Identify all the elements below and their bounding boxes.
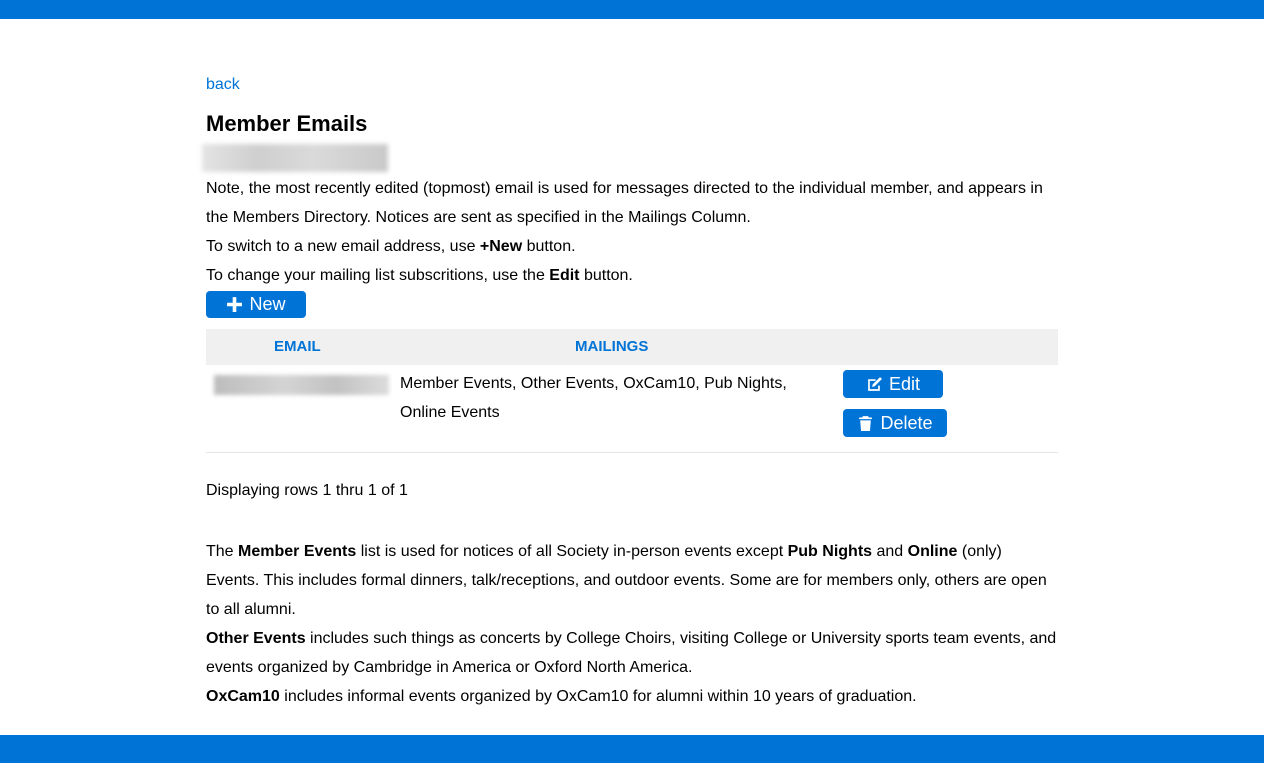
column-header-email[interactable]: EMAIL [274, 338, 321, 355]
page-title: Member Emails [206, 111, 368, 136]
desc-bold: Other Events [206, 630, 306, 647]
table-header: EMAIL MAILINGS [206, 329, 1058, 365]
bottom-bar [0, 735, 1264, 763]
member-name-redacted [202, 144, 388, 172]
desc-bold: Member Events [238, 543, 357, 560]
note-line-3-bold: Edit [549, 267, 580, 284]
new-email-button[interactable]: New [206, 291, 306, 318]
note-line-3-pre: To change your mailing list subscritions… [206, 267, 550, 284]
plus-icon [227, 297, 243, 312]
desc-text: includes informal events organized by Ox… [279, 688, 917, 705]
edit-label: Edit [888, 373, 921, 394]
desc-bold: OxCam10 [206, 688, 280, 705]
note-line-2-bold: +New [479, 238, 523, 255]
back-link[interactable]: back [206, 76, 240, 94]
edit-button[interactable]: Edit [843, 370, 943, 398]
note-line-1: Note, the most recently edited (topmost)… [206, 180, 1043, 226]
edit-icon [868, 376, 882, 391]
column-header-mailings[interactable]: MAILINGS [575, 338, 648, 355]
note-line-2-post: button. [522, 238, 576, 255]
note-line-3: To change your mailing list subscritions… [206, 261, 1058, 290]
desc-text: and [872, 543, 908, 560]
desc-bold: Online [907, 543, 958, 560]
mailings-cell: Member Events, Other Events, OxCam10, Pu… [400, 375, 787, 421]
desc-oxcam10: OxCam10 includes informal events organiz… [206, 682, 1058, 711]
desc-other-events: Other Events includes such things as con… [206, 624, 1058, 682]
mailing-list-descriptions: The Member Events list is used for notic… [206, 537, 1058, 711]
email-redacted [214, 375, 389, 395]
note-line-3-post: button. [579, 267, 633, 284]
desc-text: includes such things as concerts by Coll… [206, 630, 1057, 676]
note-line-2-pre: To switch to a new email address, use [206, 238, 480, 255]
note-line-2: To switch to a new email address, use +N… [206, 232, 1058, 261]
rows-status: Displaying rows 1 thru 1 of 1 [206, 482, 408, 499]
trash-icon [859, 415, 873, 431]
delete-button[interactable]: Delete [843, 409, 947, 437]
desc-member-events: The Member Events list is used for notic… [206, 537, 1058, 624]
top-bar [0, 0, 1264, 19]
delete-label: Delete [880, 412, 933, 433]
desc-bold: Pub Nights [787, 543, 873, 560]
new-email-label: New [249, 294, 286, 314]
instructions: Note, the most recently edited (topmost)… [206, 174, 1058, 290]
desc-text: The [206, 543, 239, 560]
desc-text: list is used for notices of all Society … [356, 543, 788, 560]
